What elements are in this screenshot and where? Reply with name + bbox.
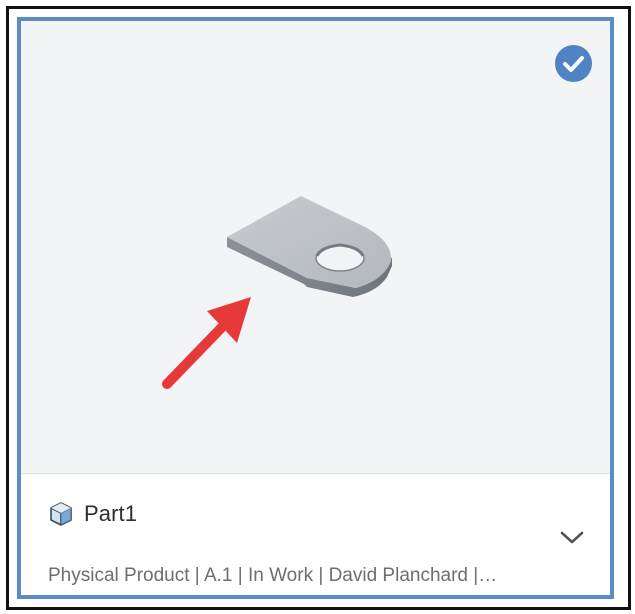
part-title[interactable]: Part1 — [84, 501, 137, 527]
chevron-down-icon[interactable] — [558, 526, 586, 550]
3d-part-cube-icon — [50, 502, 72, 526]
title-row: Part1 — [48, 500, 137, 528]
part-thumbnail[interactable] — [21, 21, 610, 474]
check-circle-icon[interactable] — [555, 45, 592, 82]
product-card[interactable]: Part1 Physical Product | A.1 | In Work |… — [17, 17, 614, 599]
part-3d-preview — [162, 196, 392, 389]
screenshot-frame: Part1 Physical Product | A.1 | In Work |… — [6, 6, 631, 610]
part-top-face — [227, 196, 392, 288]
product-metadata: Physical Product | A.1 | In Work | David… — [48, 565, 498, 586]
red-arrow-icon — [162, 297, 251, 389]
card-footer: Part1 Physical Product | A.1 | In Work |… — [21, 474, 610, 595]
